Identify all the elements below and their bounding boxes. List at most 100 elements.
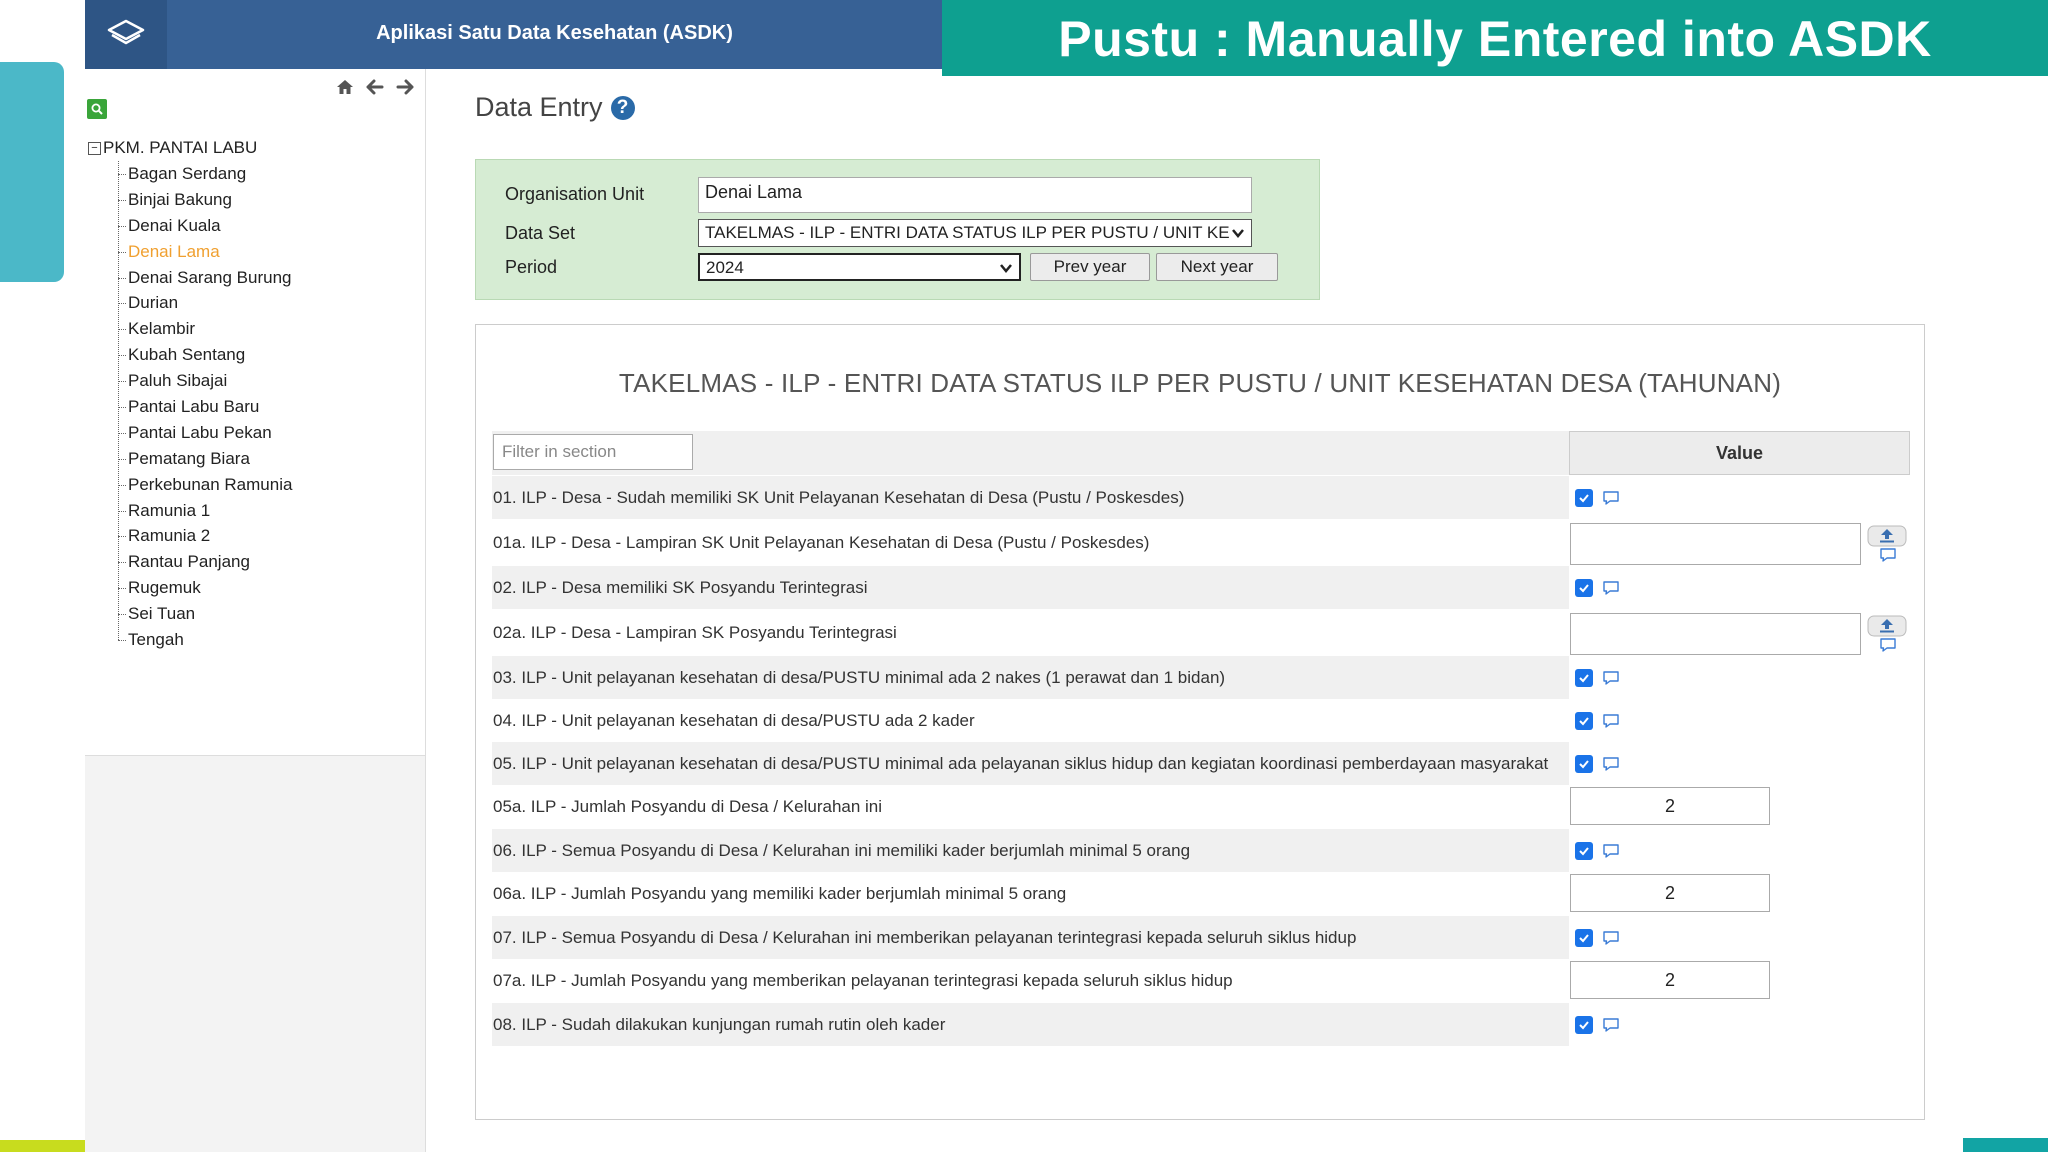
tree-item[interactable]: Pematang Biara [118,446,292,472]
comment-icon[interactable] [1602,930,1620,946]
chevron-down-icon [1000,264,1012,273]
help-icon[interactable]: ? [610,95,635,120]
table-row: 05a. ILP - Jumlah Posyandu di Desa / Kel… [492,785,1910,829]
row-label: 07a. ILP - Jumlah Posyandu yang memberik… [493,971,1233,990]
tree-item[interactable]: Durian [118,290,292,316]
sidebar: − PKM. PANTAI LABU Bagan Serdang Binjai B… [85,69,426,1152]
tree-children: Bagan Serdang Binjai Bakung Denai Kuala Den… [118,161,292,653]
checkbox[interactable] [1575,841,1593,860]
value-cell [1569,916,1910,959]
value-cell [1569,699,1910,742]
row-label: 05. ILP - Unit pelayanan kesehatan di de… [493,753,1549,773]
tree-item[interactable]: Paluh Sibajai [118,368,292,394]
selection-panel: Organisation Unit Denai Lama Data Set TA… [475,159,1320,300]
tree-item[interactable]: Sei Tuan [118,601,292,627]
tree-item[interactable]: Bagan Serdang [118,161,292,187]
number-input[interactable]: 2 [1570,961,1770,999]
value-column-header: Value [1569,431,1910,475]
value-cell [1569,566,1910,609]
comment-icon[interactable] [1602,843,1620,859]
search-icon[interactable] [87,99,107,119]
data-set-selected: TAKELMAS - ILP - ENTRI DATA STATUS ILP P… [705,223,1230,242]
comment-icon[interactable] [1602,756,1620,772]
table-row: 01. ILP - Desa - Sudah memiliki SK Unit … [492,476,1910,519]
app-title: Aplikasi Satu Data Kesehatan (ASDK) [376,22,733,44]
tree-item[interactable]: Pantai Labu Pekan [118,420,292,446]
arrow-left-icon[interactable] [363,75,387,99]
table-row: 05. ILP - Unit pelayanan kesehatan di de… [492,742,1910,785]
checkbox[interactable] [1575,754,1593,773]
tree-item[interactable]: Ramunia 2 [118,523,292,549]
upload-icon[interactable] [1867,615,1907,637]
period-select[interactable]: 2024 [698,253,1021,281]
tree-item[interactable]: Binjai Bakung [118,187,292,213]
value-cell: 2 [1569,785,1910,829]
data-set-label: Data Set [505,223,576,243]
layers-icon [107,19,145,44]
value-cell: 2 [1569,959,1910,1003]
tree-root[interactable]: − PKM. PANTAI LABU [88,135,292,161]
upload-icon[interactable] [1867,525,1907,547]
data-set-select[interactable]: TAKELMAS - ILP - ENTRI DATA STATUS ILP P… [698,219,1252,247]
checkbox[interactable] [1575,578,1593,597]
table-header: Filter in section Value [492,431,1910,475]
comment-icon[interactable] [1602,580,1620,596]
tree-item[interactable]: Denai Lama [118,239,292,265]
period-selected: 2024 [706,258,744,277]
tree-item[interactable]: Rantau Panjang [118,549,292,575]
value-cell [1569,476,1910,519]
table-row: 03. ILP - Unit pelayanan kesehatan di de… [492,656,1910,699]
row-label: 04. ILP - Unit pelayanan kesehatan di de… [493,710,975,730]
filter-input[interactable]: Filter in section [493,434,693,470]
home-icon[interactable] [333,75,357,99]
value-cell: 2 [1569,872,1910,916]
slide-banner: Pustu : Manually Entered into ASDK [942,0,2048,76]
comment-icon[interactable] [1602,670,1620,686]
prev-year-button[interactable]: Prev year [1030,253,1150,281]
value-cell [1569,829,1910,872]
comment-icon[interactable] [1602,1017,1620,1033]
comment-icon[interactable] [1602,713,1620,729]
table-row: 07. ILP - Semua Posyandu di Desa / Kelur… [492,916,1910,959]
tree-item[interactable]: Perkebunan Ramunia [118,472,292,498]
tree-item[interactable]: Kubah Sentang [118,342,292,368]
collapse-icon[interactable]: − [88,141,101,155]
decorative-teal-corner [1963,1138,2048,1152]
value-cell [1569,1003,1910,1046]
chevron-down-icon [1232,229,1244,238]
tree-nav-icons [333,75,417,99]
tree-item[interactable]: Kelambir [118,316,292,342]
arrow-right-icon[interactable] [393,75,417,99]
number-input[interactable]: 2 [1570,787,1770,825]
tree-item[interactable]: Pantai Labu Baru [118,394,292,420]
value-cell [1569,519,1910,566]
data-entry-form: TAKELMAS - ILP - ENTRI DATA STATUS ILP P… [475,324,1925,1120]
form-title: TAKELMAS - ILP - ENTRI DATA STATUS ILP P… [618,368,1782,398]
number-input[interactable]: 2 [1570,874,1770,912]
comment-icon[interactable] [1602,490,1620,506]
app-logo[interactable] [85,0,167,69]
table-row: 01a. ILP - Desa - Lampiran SK Unit Pelay… [492,519,1910,566]
checkbox[interactable] [1575,928,1593,947]
org-unit-field[interactable]: Denai Lama [698,177,1252,213]
org-unit-tree: − PKM. PANTAI LABU Bagan Serdang Binjai B… [88,135,292,653]
table-row: 04. ILP - Unit pelayanan kesehatan di de… [492,699,1910,742]
tree-item[interactable]: Tengah [118,627,292,653]
row-label: 01a. ILP - Desa - Lampiran SK Unit Pelay… [493,532,1150,552]
checkbox[interactable] [1575,1015,1593,1034]
tree-item[interactable]: Denai Kuala [118,213,292,239]
row-label: 06. ILP - Semua Posyandu di Desa / Kelur… [493,840,1191,860]
tree-item[interactable]: Rugemuk [118,575,292,601]
comment-icon[interactable] [1879,637,1897,653]
checkbox[interactable] [1575,488,1593,507]
table-row: 02a. ILP - Desa - Lampiran SK Posyandu T… [492,609,1910,656]
tree-item[interactable]: Ramunia 1 [118,498,292,524]
checkbox[interactable] [1575,711,1593,730]
file-field[interactable] [1570,523,1861,565]
comment-icon[interactable] [1879,547,1897,563]
table-row: 08. ILP - Sudah dilakukan kunjungan ruma… [492,1003,1910,1046]
tree-item[interactable]: Denai Sarang Burung [118,265,292,291]
file-field[interactable] [1570,613,1861,655]
checkbox[interactable] [1575,668,1593,687]
next-year-button[interactable]: Next year [1156,253,1278,281]
